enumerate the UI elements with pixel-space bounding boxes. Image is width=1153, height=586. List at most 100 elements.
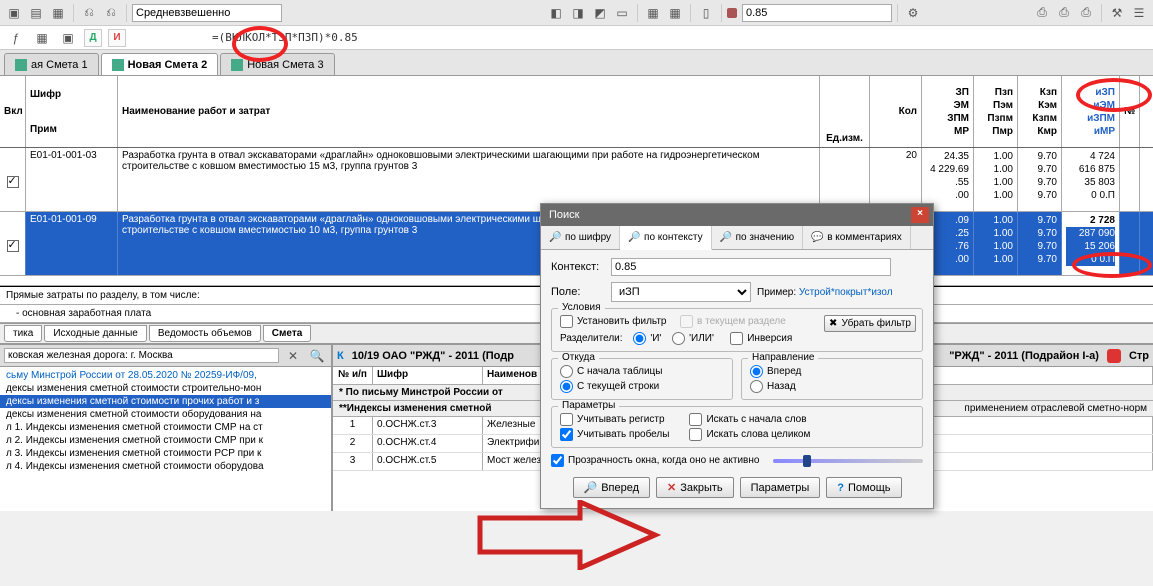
tab-label: Новая Смета 2	[128, 59, 208, 71]
field-label: Поле:	[551, 286, 605, 298]
col-pzp[interactable]: ПзпПэмПзпмПмр	[974, 76, 1018, 147]
tb-icon[interactable]: ▭	[612, 3, 632, 23]
rb-backward[interactable]	[750, 380, 763, 393]
dlg-tab-context[interactable]: 🔎по контексту	[620, 226, 712, 250]
dialog-titlebar[interactable]: Поиск ×	[541, 204, 933, 226]
tree-list[interactable]: сьму Минстрой России от 28.05.2020 № 202…	[0, 367, 331, 475]
tree-item[interactable]: дексы изменения сметной стоимости прочих…	[0, 395, 331, 408]
tree-item[interactable]: дексы изменения сметной стоимости строит…	[0, 382, 331, 395]
fx-icon[interactable]: ƒ	[6, 28, 26, 48]
tb-icon[interactable]: ⎌	[101, 3, 121, 23]
formula-accept-button[interactable]: Д	[84, 29, 102, 47]
search-icon: 🔎	[720, 232, 732, 244]
tb-icon[interactable]: ☰	[1129, 3, 1149, 23]
tb-icon[interactable]: ⚒	[1107, 3, 1127, 23]
cb-set-filter[interactable]	[560, 315, 573, 328]
tree-item[interactable]: сьму Минстрой России от 28.05.2020 № 202…	[0, 369, 331, 382]
tb-icon[interactable]: ▦	[665, 3, 685, 23]
tb-icon[interactable]: ⚙	[903, 3, 923, 23]
tree-item[interactable]: л 1. Индексы изменения сметной стоимости…	[0, 421, 331, 434]
cb-wordstart[interactable]	[689, 413, 702, 426]
rb-or[interactable]	[672, 332, 685, 345]
doc-tab-2[interactable]: Новая Смета 2	[101, 53, 219, 75]
tree-search-input[interactable]	[4, 348, 279, 363]
tb-icon[interactable]: ⎙	[1076, 3, 1096, 23]
sheet-tab[interactable]: Исходные данные	[44, 325, 147, 342]
tb-icon[interactable]: ◨	[568, 3, 588, 23]
col-vkl[interactable]: Вкл	[0, 76, 26, 147]
col-izp[interactable]: иЗПиЭМиЗПМиМР	[1062, 76, 1120, 147]
toolbar-dropdown[interactable]	[132, 4, 282, 22]
index-tab[interactable]: Стр	[1129, 350, 1149, 362]
tree-panel: ✕ 🔍 сьму Минстрой России от 28.05.2020 №…	[0, 345, 333, 511]
formula-text[interactable]: =(ВКЛКОЛ*ТЗП*ПЗП)*0.85	[132, 31, 1147, 44]
fx-icon[interactable]: ▣	[58, 28, 78, 48]
col-edizm[interactable]: Ед.изм.	[820, 76, 870, 147]
cb-whitespace[interactable]	[560, 428, 573, 441]
tree-item[interactable]: дексы изменения сметной стоимости оборуд…	[0, 408, 331, 421]
tree-item[interactable]: л 4. Индексы изменения сметной стоимости…	[0, 460, 331, 473]
rb-forward[interactable]	[750, 365, 763, 378]
group-params: Параметры Учитывать регистр Учитывать пр…	[551, 406, 923, 448]
rb-from-current[interactable]	[560, 380, 573, 393]
tb-icon[interactable]: ◩	[590, 3, 610, 23]
search-icon[interactable]: 🔍	[307, 346, 327, 366]
tree-item[interactable]: л 3. Индексы изменения сметной стоимости…	[0, 447, 331, 460]
tb-icon[interactable]: ▦	[643, 3, 663, 23]
dlg-tab-comments[interactable]: 💬в комментариях	[803, 226, 911, 249]
fx-icon[interactable]: ▦	[32, 28, 52, 48]
include-checkbox[interactable]	[7, 240, 19, 252]
tb-icon[interactable]: ▤	[26, 3, 46, 23]
col-kzp[interactable]: КзпКэмКзпмКмр	[1018, 76, 1062, 147]
forward-button[interactable]: 🔎 Вперед	[573, 477, 651, 498]
tb-icon[interactable]: ▣	[4, 3, 24, 23]
example-link[interactable]: Устрой*покрыт*изол	[799, 287, 893, 298]
sheet-tab[interactable]: Ведомость объемов	[149, 325, 261, 342]
field-select[interactable]: иЗП	[611, 282, 751, 302]
rb-and[interactable]	[633, 332, 646, 345]
dlg-tab-shifr[interactable]: 🔎по шифру	[541, 226, 620, 249]
col-kol[interactable]: Кол	[870, 76, 922, 147]
dialog-close-button[interactable]: ×	[911, 207, 929, 223]
search-dialog: Поиск × 🔎по шифру 🔎по контексту 🔎по знач…	[540, 203, 934, 509]
index-tab[interactable]: 10/19 ОАО "РЖД" - 2011 (Подр	[352, 350, 514, 362]
doc-tab-1[interactable]: ая Смета 1	[4, 53, 99, 75]
remove-filter-button[interactable]: ✖ Убрать фильтр	[824, 315, 916, 332]
cell-kol: 20	[870, 148, 922, 211]
formula-cancel-button[interactable]: И	[108, 29, 126, 47]
dialog-body: Контекст: Поле: иЗП Пример: Устрой*покры…	[541, 250, 933, 508]
group-direction: Направление Вперед Назад	[741, 358, 923, 400]
cb-current-section	[680, 315, 693, 328]
tb-icon[interactable]: ⎌	[79, 3, 99, 23]
col-zp[interactable]: ЗПЭМЗПММР	[922, 76, 974, 147]
tb-icon[interactable]: ⎙	[1054, 3, 1074, 23]
tb-icon[interactable]: ▦	[48, 3, 68, 23]
tb-icon[interactable]: ▯	[696, 3, 716, 23]
rb-from-start[interactable]	[560, 365, 573, 378]
transparency-slider[interactable]	[773, 459, 923, 463]
close-button[interactable]: ✕ Закрыть	[656, 477, 734, 498]
col-name[interactable]: Наименование работ и затрат	[118, 76, 820, 147]
search-icon: 🔎	[549, 232, 561, 244]
tree-item[interactable]: л 2. Индексы изменения сметной стоимости…	[0, 434, 331, 447]
sheet-tab[interactable]: Смета	[263, 325, 312, 342]
col-no[interactable]: №	[1120, 76, 1140, 147]
cb-wholeword[interactable]	[689, 428, 702, 441]
context-input[interactable]	[611, 258, 891, 276]
tb-icon[interactable]: ◧	[546, 3, 566, 23]
dlg-tab-value[interactable]: 🔎по значению	[712, 226, 804, 249]
cb-case[interactable]	[560, 413, 573, 426]
cb-inversion[interactable]	[730, 332, 743, 345]
tb-icon[interactable]: ⎙	[1032, 3, 1052, 23]
clear-icon[interactable]: ✕	[283, 346, 303, 366]
params-button[interactable]: Параметры	[740, 477, 821, 498]
doc-tab-3[interactable]: Новая Смета 3	[220, 53, 334, 75]
percent-input[interactable]	[742, 4, 892, 22]
context-label: Контекст:	[551, 261, 605, 273]
sheet-tab[interactable]: тика	[4, 325, 42, 342]
help-button[interactable]: ? Помощь	[826, 477, 901, 498]
include-checkbox[interactable]	[7, 176, 19, 188]
col-shifr[interactable]: Шифр Прим	[26, 76, 118, 147]
cb-transparency[interactable]	[551, 454, 564, 467]
index-tab[interactable]: "РЖД" - 2011 (Подрайон I-а)	[949, 350, 1099, 362]
